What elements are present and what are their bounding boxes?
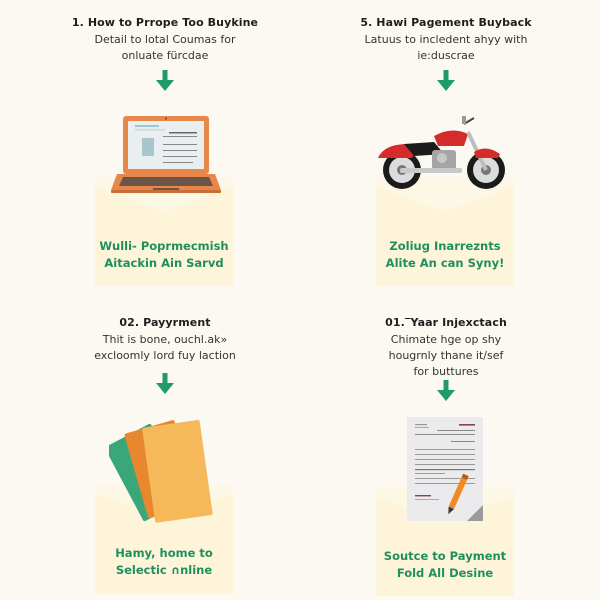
step-description: Latuus to incledent ahyy with ie:duscrae xyxy=(296,32,596,64)
caption-line: Selectic ∩nline xyxy=(115,563,213,577)
arrow-down-icon xyxy=(437,380,455,401)
caption-line: Alite An can Syny! xyxy=(385,256,505,270)
description-line: Thit is bone, ouchl.ak» xyxy=(102,333,228,346)
step-title: 02. Payyrment xyxy=(119,316,211,329)
description-line: Detail to lotal Coumas for xyxy=(94,33,236,46)
caption-line: Soutce to Payment xyxy=(383,549,507,563)
step-description: Chimate hge op shy hougrnly thane it/sef… xyxy=(296,332,596,380)
step-card-4: 01.‾Yaar Injexctach Chimate hge op shy h… xyxy=(296,300,596,600)
description-line: Chimate hge op shy xyxy=(390,333,502,346)
envelope: Zoliug Inarreznts Alite An can Syny! xyxy=(376,178,514,286)
description-line: hougrnly thane it/sef xyxy=(388,349,504,362)
step-title: 1. How to Prrope Too Buykine xyxy=(71,16,259,29)
description-line: Latuus to incledent ahyy with xyxy=(364,33,528,46)
caption-line: Aitackin Ain Sarvd xyxy=(104,256,224,270)
motorcycle-icon xyxy=(378,116,505,189)
step-card-1: 1. How to Prrope Too Buykine Detail to l… xyxy=(15,0,315,300)
document-pen-icon xyxy=(407,417,483,521)
step-title: 01.‾Yaar Injexctach xyxy=(385,316,507,329)
arrow-down-icon xyxy=(156,70,174,91)
step-description: Detail to lotal Coumas for onluate fürcd… xyxy=(15,32,315,64)
step-description: Thit is bone, ouchl.ak» excloomly lord f… xyxy=(15,332,315,364)
caption-line: Zoliug Inarreznts xyxy=(389,239,501,253)
step-caption: Wulli- Poprmecmish Aitackin Ain Sarvd xyxy=(95,238,233,272)
description-line: excloomly lord fuy laction xyxy=(94,349,236,362)
laptop-icon xyxy=(111,116,221,193)
step-caption: Soutce to Payment Fold All Desine xyxy=(376,548,514,582)
description-line: ie:duscrae xyxy=(417,49,475,62)
cards-icon xyxy=(109,420,213,523)
description-line: for buttures xyxy=(413,365,479,378)
step-card-3: 02. Payyrment Thit is bone, ouchl.ak» ex… xyxy=(15,300,315,600)
arrow-down-icon xyxy=(156,373,174,394)
step-title: 5. Hawi Pagement Buyback xyxy=(360,16,532,29)
arrow-down-icon xyxy=(437,70,455,91)
description-line: onluate fürcdae xyxy=(121,49,209,62)
step-caption: Zoliug Inarreznts Alite An can Syny! xyxy=(376,238,514,272)
step-card-2: 5. Hawi Pagement Buyback Latuus to incle… xyxy=(296,0,596,300)
caption-line: Fold All Desine xyxy=(396,566,494,580)
caption-line: Hamy, home to xyxy=(115,546,213,560)
step-caption: Hamy, home to Selectic ∩nline xyxy=(95,545,233,579)
caption-line: Wulli- Poprmecmish xyxy=(99,239,229,253)
